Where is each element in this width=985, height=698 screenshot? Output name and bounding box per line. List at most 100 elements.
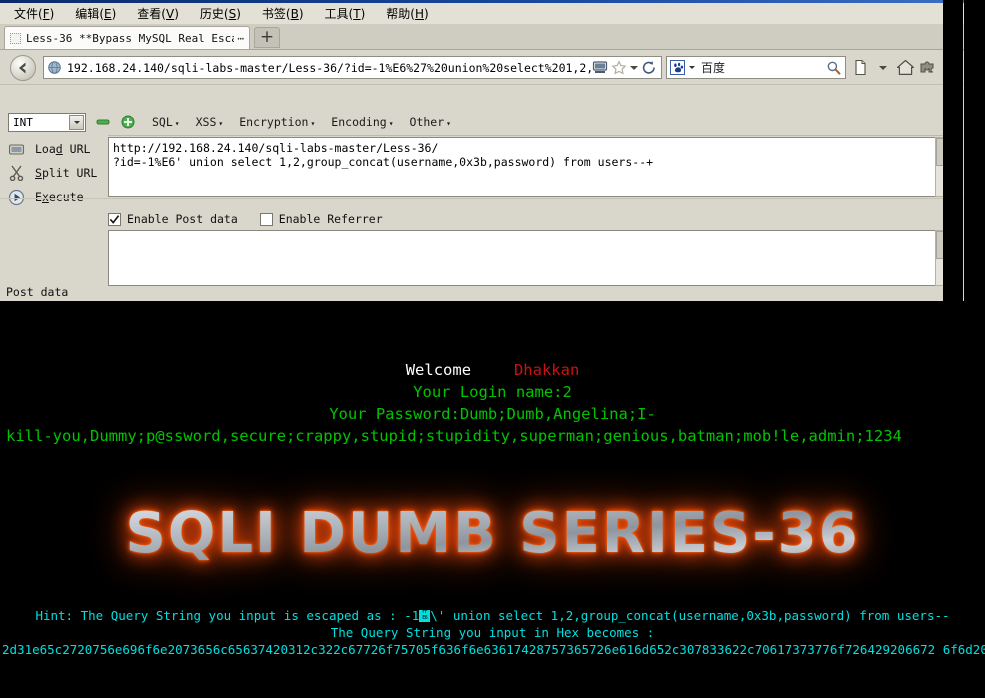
hackbar-menu-xss[interactable]: XSS ▾	[196, 115, 224, 129]
chrome-right-gutter	[943, 0, 963, 301]
address-bar[interactable]: 192.168.24.140/sqli-labs-master/Less-36/…	[43, 56, 662, 79]
baidu-icon[interactable]	[670, 60, 685, 75]
menu-edit[interactable]: 编辑(E)	[65, 5, 127, 23]
search-icon[interactable]	[826, 60, 842, 76]
load-url-icon	[6, 139, 26, 159]
hackbar-menu-encryption-label: Encryption	[239, 115, 309, 129]
menu-tools-label: 工具	[324, 6, 349, 21]
menu-tools-accel: T	[353, 6, 361, 21]
scissors-icon	[6, 163, 26, 183]
addons-button[interactable]	[916, 56, 938, 80]
post-data-label: Post data	[6, 285, 69, 299]
hackbar-type-dropdown-icon[interactable]	[69, 114, 84, 130]
page-content: Welcome Dhakkan Your Login name:2 Your P…	[0, 301, 985, 698]
hackbar-type-value: INT	[13, 115, 33, 129]
reload-icon[interactable]	[641, 60, 657, 75]
menu-edit-accel: E	[104, 6, 112, 21]
screen: 文件(F) 编辑(E) 查看(V) 历史(S) 书签(B) 工具(T) 帮助(H…	[0, 0, 985, 698]
hackbar-menu-other-label: Other	[409, 115, 445, 129]
puzzle-piece-icon	[920, 61, 933, 73]
new-tab-button[interactable]: +	[254, 27, 280, 48]
page-copy-icon	[855, 59, 866, 76]
hint-unrenderable-glyph-icon: FF E6	[419, 610, 431, 622]
login-name-row: Your Login name:2	[0, 381, 985, 403]
chevron-down-icon: ▾	[446, 118, 451, 128]
hackbar-section-divider	[0, 198, 964, 199]
welcome-row: Welcome Dhakkan	[0, 359, 985, 381]
hackbar-panel: INT SQL ▾ XSS ▾ Encryption ▾ Encoding ▾ …	[0, 84, 964, 301]
welcome-label: Welcome	[405, 361, 472, 379]
home-icon	[896, 59, 914, 75]
enable-referrer-label: Enable Referrer	[278, 212, 383, 226]
back-button[interactable]	[10, 54, 36, 81]
password-row: Your Password:Dumb;Dumb,Angelina;I-	[0, 403, 985, 425]
split-url-label: Split URL	[35, 166, 98, 180]
hackbar-menu-row: INT SQL ▾ XSS ▾ Encryption ▾ Encoding ▾ …	[0, 109, 451, 135]
back-arrow-icon	[19, 62, 26, 73]
password-overflow-row: kill-you,Dummy;p@ssword,secure;crappy,st…	[0, 425, 985, 447]
hackbar-menu-encoding[interactable]: Encoding ▾	[331, 115, 393, 129]
hackbar-url-textarea[interactable]: http://192.168.24.140/sqli-labs-master/L…	[108, 137, 948, 197]
menu-help-accel: H	[414, 6, 424, 21]
load-url-label: Load URL	[35, 142, 91, 156]
enable-referrer-checkbox[interactable]	[259, 212, 273, 226]
sqli-logo-text: SQLI DUMB SERIES-36	[125, 500, 860, 566]
hint-escaped-line: Hint: The Query String you input is esca…	[0, 607, 985, 624]
paw-icon	[673, 62, 683, 72]
add-tab-button[interactable]	[120, 114, 136, 130]
menu-file-accel: F	[42, 6, 50, 21]
password-prefix: Your Password:	[329, 405, 460, 423]
bookmark-star-icon[interactable]	[611, 60, 627, 75]
search-input[interactable]: 百度	[695, 59, 826, 76]
copy-page-button[interactable]	[850, 56, 872, 80]
globe-icon	[48, 61, 61, 74]
hackbar-menu-other[interactable]: Other ▾	[410, 115, 451, 129]
menu-bookmarks[interactable]: 书签(B)	[252, 5, 315, 23]
navigation-toolbar: 192.168.24.140/sqli-labs-master/Less-36/…	[0, 51, 964, 84]
menu-bookmarks-accel: B	[290, 6, 299, 21]
welcome-name: Dhakkan	[513, 361, 580, 379]
hackbar-menu-sql[interactable]: SQL ▾	[152, 115, 180, 129]
feed-reader-icon[interactable]	[592, 60, 608, 75]
menu-file[interactable]: 文件(F)	[4, 5, 65, 23]
hackbar-type-select[interactable]: INT	[8, 112, 86, 132]
enable-post-data-checkbox[interactable]	[108, 212, 121, 226]
hackbar-postdata-textarea[interactable]	[108, 230, 948, 286]
menu-bookmarks-label: 书签	[261, 6, 286, 21]
menu-help[interactable]: 帮助(H)	[376, 5, 439, 23]
browser-chrome: 文件(F) 编辑(E) 查看(V) 历史(S) 书签(B) 工具(T) 帮助(H…	[0, 0, 964, 301]
hint-prefix: Hint: The Query String you input is esca…	[35, 608, 420, 623]
sqli-logo-banner: SQLI DUMB SERIES-36	[0, 487, 985, 579]
execute-label: Execute	[35, 190, 84, 204]
tab-favicon-icon	[10, 32, 21, 44]
execute-icon	[6, 187, 26, 207]
chevron-down-icon: ▾	[310, 118, 316, 128]
menu-history-accel: S	[228, 6, 237, 21]
checkmark-icon	[109, 214, 120, 224]
hackbar-divider	[108, 135, 948, 136]
minus-icon	[96, 119, 110, 125]
load-url-button[interactable]: Load URL	[0, 137, 107, 161]
menu-view[interactable]: 查看(V)	[127, 5, 190, 23]
search-bar[interactable]: 百度	[666, 56, 846, 79]
tab-overflow-icon: ⋯	[237, 31, 245, 45]
chevron-down-icon: ▾	[218, 118, 224, 128]
hint-block: Hint: The Query String you input is esca…	[0, 607, 985, 658]
remove-tab-button[interactable]	[95, 114, 111, 130]
tab-less36[interactable]: Less-36 **Bypass MySQL Real Escape ⋯	[4, 26, 250, 49]
enable-post-data-label: Enable Post data	[127, 212, 238, 226]
execute-button[interactable]: Execute	[0, 185, 107, 209]
split-url-button[interactable]: Split URL	[0, 161, 107, 185]
address-bar-url: 192.168.24.140/sqli-labs-master/Less-36/…	[67, 60, 592, 75]
menu-help-label: 帮助	[386, 6, 411, 21]
chevron-down-icon: ▾	[174, 118, 180, 128]
menu-edit-label: 编辑	[75, 6, 100, 21]
menu-tools[interactable]: 工具(T)	[315, 5, 377, 23]
menu-history[interactable]: 历史(S)	[190, 5, 252, 23]
home-button[interactable]	[894, 56, 916, 80]
copy-dropdown-icon[interactable]	[872, 56, 894, 80]
hex-value: 2d31e65c2720756e696f6e2073656c6563742031…	[2, 642, 985, 657]
hackbar-menu-encryption[interactable]: Encryption ▾	[239, 115, 315, 129]
address-dropdown-icon[interactable]	[630, 65, 638, 70]
tab-strip: Less-36 **Bypass MySQL Real Escape ⋯ +	[0, 24, 964, 50]
